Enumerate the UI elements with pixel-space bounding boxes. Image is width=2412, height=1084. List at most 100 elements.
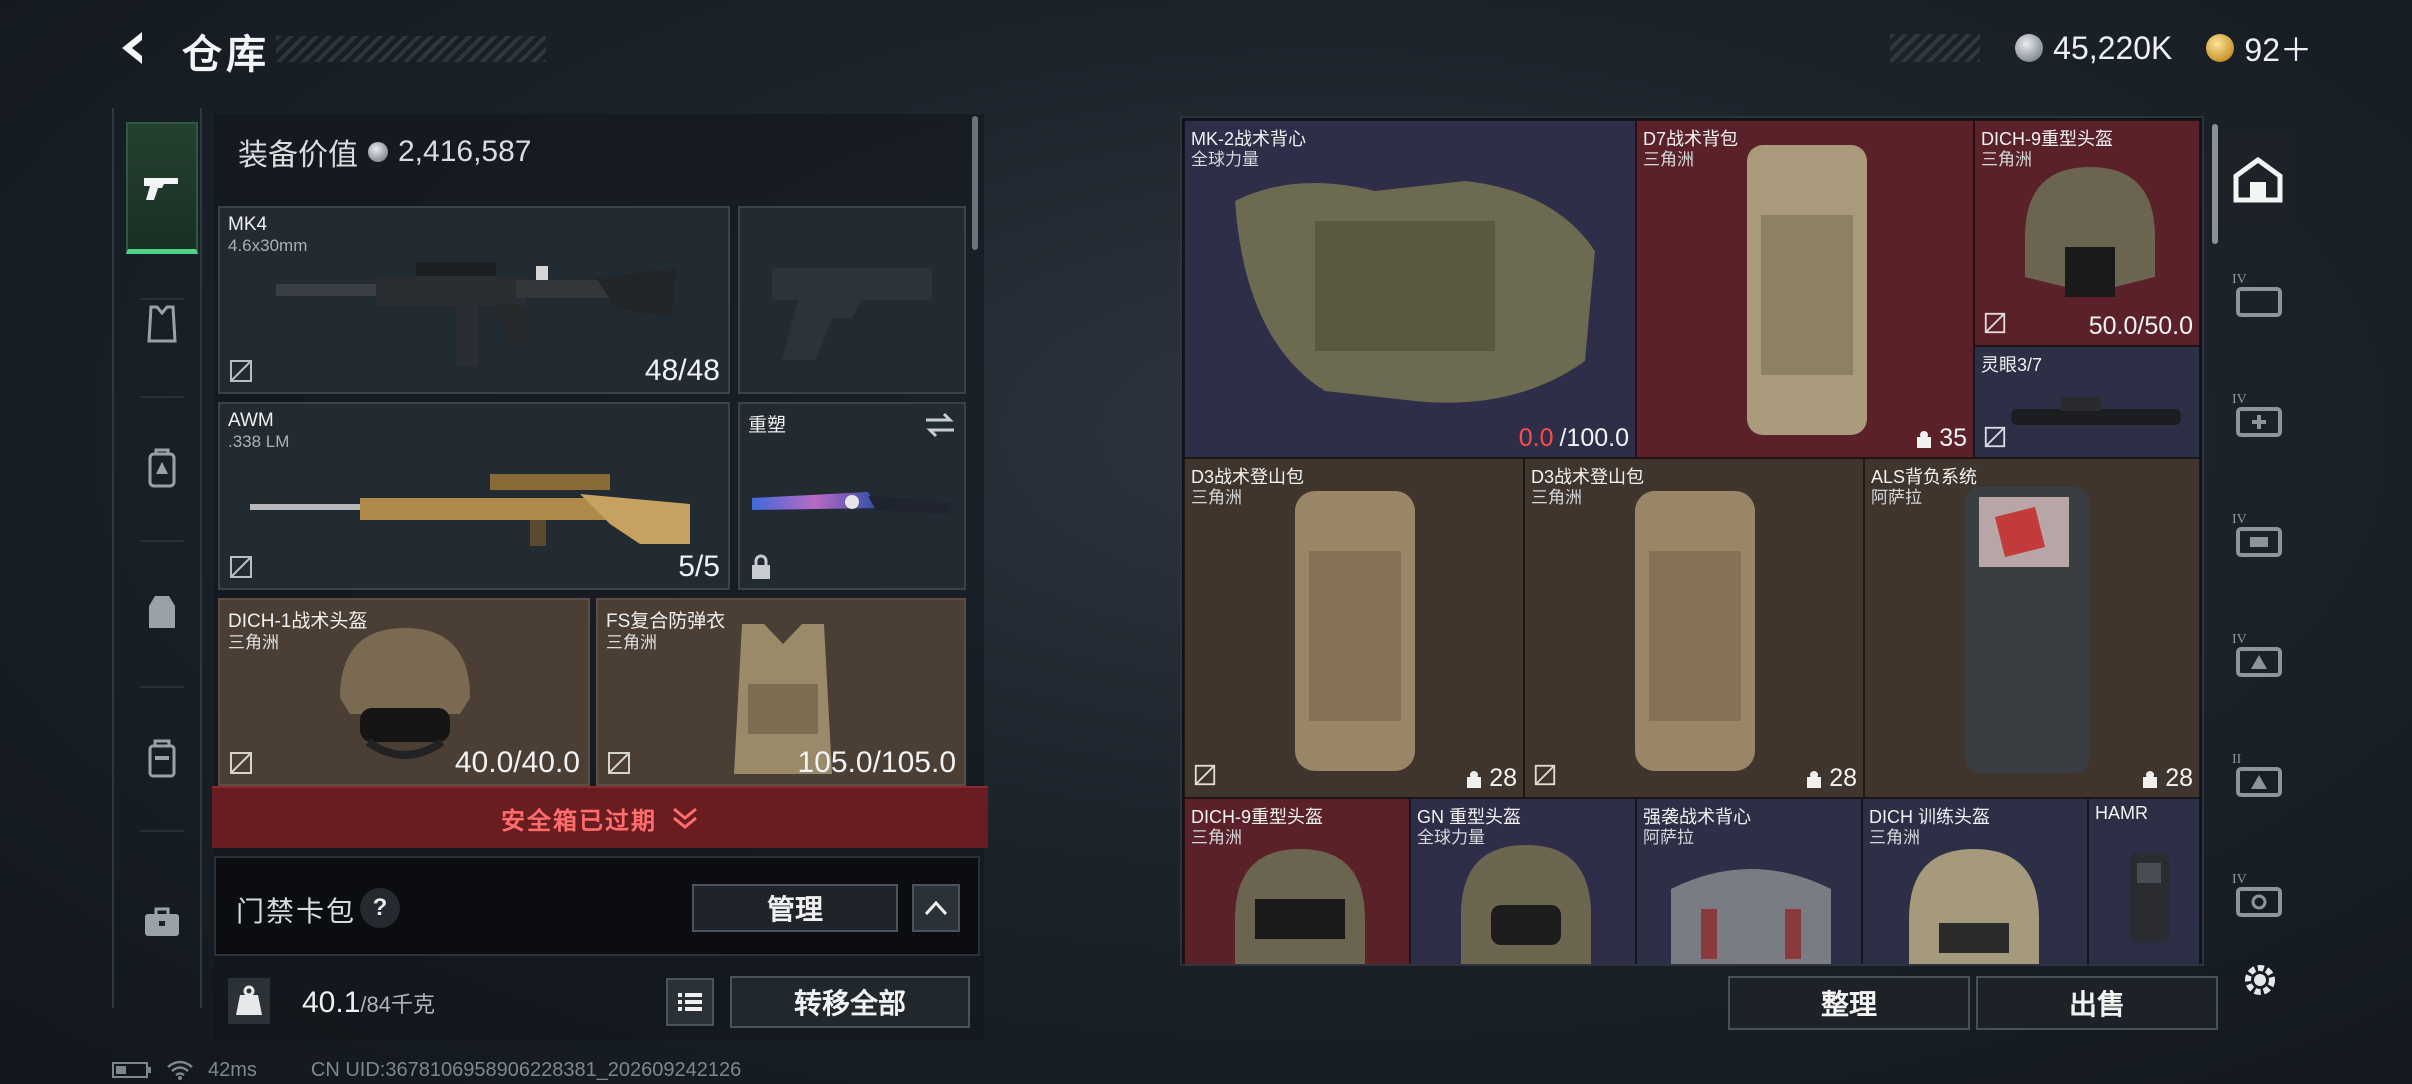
stash-item-backpack[interactable]: ALS背负系统 阿萨拉 28: [1864, 458, 2200, 798]
stash-item-vest[interactable]: MK-2战术背心 全球力量 0.0/100.0: [1184, 120, 1636, 458]
weapon-name: MK4: [228, 214, 268, 235]
help-icon: ?: [372, 894, 388, 921]
silver-balance: 45,220K: [2053, 29, 2173, 66]
pistol-placeholder-icon: [772, 268, 932, 360]
locked-case-icon: II: [2232, 752, 2282, 797]
tab-storage-5[interactable]: II: [2222, 730, 2294, 820]
weight-display: 40.1/84千克: [302, 986, 435, 1020]
stash-item-vest[interactable]: 强袭战术背心 阿萨拉: [1636, 798, 1862, 964]
scope-image: [2011, 397, 2181, 425]
tactical-vest-image: [1235, 181, 1595, 403]
stash-item-helmet[interactable]: GN 重型头盔 全球力量: [1410, 798, 1636, 964]
capacity-icon: [1917, 430, 1932, 448]
category-case[interactable]: [126, 872, 198, 972]
primary-weapon-slot[interactable]: MK4 4.6x30mm 48/48: [218, 206, 730, 394]
silver-coin-icon: [2015, 34, 2044, 62]
hiking-backpack-image: [1635, 491, 1755, 771]
stash-scrollbar[interactable]: [2212, 124, 2218, 244]
secondary-weapon-slot[interactable]: AWM .338 LM 5/5: [218, 402, 730, 590]
durability-current: 0.0: [1518, 424, 1554, 452]
category-chest-rig[interactable]: [126, 562, 198, 662]
weapon-ammo: 48/48: [644, 354, 720, 387]
safebox-expired-bar[interactable]: 安全箱已过期: [212, 786, 988, 848]
capacity-icon: [2143, 770, 2158, 788]
heavy-helmet-image: [1235, 849, 1365, 964]
stash-item-backpack[interactable]: D3战术登山包 三角洲 28: [1184, 458, 1524, 798]
equipment-value-amount: 2,416,587: [398, 135, 532, 168]
stash-item-helmet[interactable]: DICH-9重型头盔 三角洲 50.0/50.0: [1974, 120, 2200, 346]
gold-coin-icon[interactable]: [2206, 34, 2235, 62]
item-org: 三角洲: [1191, 488, 1242, 507]
tab-storage-2[interactable]: IV: [2222, 370, 2294, 460]
gn-helmet-image: [1461, 845, 1591, 964]
item-org: 三角洲: [1531, 488, 1582, 507]
item-durability: 0.0/100.0: [1519, 424, 1629, 453]
gold-balance[interactable]: 92＋: [2244, 25, 2312, 71]
help-button[interactable]: ?: [360, 888, 400, 928]
melee-slot[interactable]: 重塑: [738, 402, 966, 590]
back-button[interactable]: [112, 26, 156, 70]
no-insure-icon: [1194, 764, 1216, 786]
pistol-slot[interactable]: [738, 206, 966, 394]
expand-button[interactable]: [912, 884, 960, 932]
tab-storage-4[interactable]: IV: [2222, 610, 2294, 700]
stash-item-backpack[interactable]: D7战术背包 三角洲 35: [1636, 120, 1974, 458]
tab-storage-6[interactable]: IV: [2222, 850, 2294, 940]
tab-storage-1[interactable]: IV: [2222, 250, 2294, 340]
stash-item-helmet[interactable]: DICH-9重型头盔 三角洲: [1184, 798, 1410, 964]
wifi-icon: [167, 1060, 193, 1080]
ammo-case-icon: IV: [2232, 512, 2282, 557]
capacity-value: 35: [1939, 424, 1967, 452]
equipment-scrollbar[interactable]: [972, 116, 978, 250]
item-org: 阿萨拉: [1871, 488, 1922, 507]
medical-case-icon: IV: [2232, 392, 2282, 437]
tab-storage-3[interactable]: IV: [2222, 490, 2294, 580]
tier-label: IV: [2232, 632, 2247, 647]
chevron-up-icon: [924, 900, 948, 916]
hamr-image: [2129, 853, 2169, 943]
category-vest[interactable]: [126, 274, 198, 374]
melee-name: 重塑: [748, 415, 787, 436]
settings-button[interactable]: [2234, 954, 2286, 1006]
swap-icon[interactable]: [924, 412, 956, 438]
item-capacity: 28: [1805, 764, 1857, 793]
heavy-helmet-image: [2025, 167, 2155, 297]
briefcase-icon: [145, 907, 179, 936]
stash-grid: MK-2战术背心 全球力量 0.0/100.0 D7战术背包 三角洲 35 DI…: [1184, 120, 2202, 964]
category-weapons[interactable]: [126, 122, 198, 254]
manage-button[interactable]: 管理: [692, 884, 898, 932]
stash-item-backpack[interactable]: D3战术登山包 三角洲 28: [1524, 458, 1864, 798]
list-view-button[interactable]: [666, 978, 714, 1026]
helmet-slot[interactable]: DICH-1战术头盔 三角洲 40.0/40.0: [218, 598, 590, 786]
category-safebox[interactable]: [126, 708, 198, 808]
transfer-all-button[interactable]: 转移全部: [730, 976, 970, 1028]
safebox-icon: [148, 739, 176, 778]
gear-icon: [2245, 965, 2275, 995]
tab-all-items[interactable]: [2222, 134, 2294, 224]
equipment-value: 装备价值 2,416,587: [238, 130, 531, 174]
silver-coin-icon: [368, 142, 388, 162]
stash-item-helmet[interactable]: DICH 训练头盔 三角洲: [1862, 798, 2088, 964]
assault-vest-image: [1671, 869, 1831, 964]
lock-icon: [752, 554, 770, 579]
warehouse-icon: [2233, 156, 2283, 203]
category-backpack[interactable]: [126, 418, 198, 518]
hiking-backpack-image: [1295, 491, 1415, 771]
stash-item-scope[interactable]: 灵眼3/7: [1974, 346, 2200, 458]
gear-case-icon: IV: [2232, 632, 2282, 677]
pistol-icon: [144, 177, 178, 200]
sell-button[interactable]: 出售: [1976, 976, 2218, 1030]
tier-label: II: [2232, 752, 2242, 767]
armor-durability: 105.0/105.0: [797, 746, 956, 779]
tier-label: IV: [2232, 392, 2247, 407]
vest-icon: [147, 305, 177, 343]
storage-case-icon: IV: [2232, 272, 2282, 317]
tier-label: IV: [2232, 272, 2247, 287]
sort-button[interactable]: 整理: [1728, 976, 1970, 1030]
weight-icon: [228, 978, 270, 1024]
armor-slot[interactable]: FS复合防弹衣 三角洲 105.0/105.0: [596, 598, 966, 786]
weight-current: 40.1: [302, 986, 361, 1019]
item-durability: 50.0/50.0: [2088, 312, 2193, 340]
capacity-value: 28: [1829, 764, 1857, 792]
stash-item-hamr[interactable]: HAMR: [2088, 798, 2200, 964]
